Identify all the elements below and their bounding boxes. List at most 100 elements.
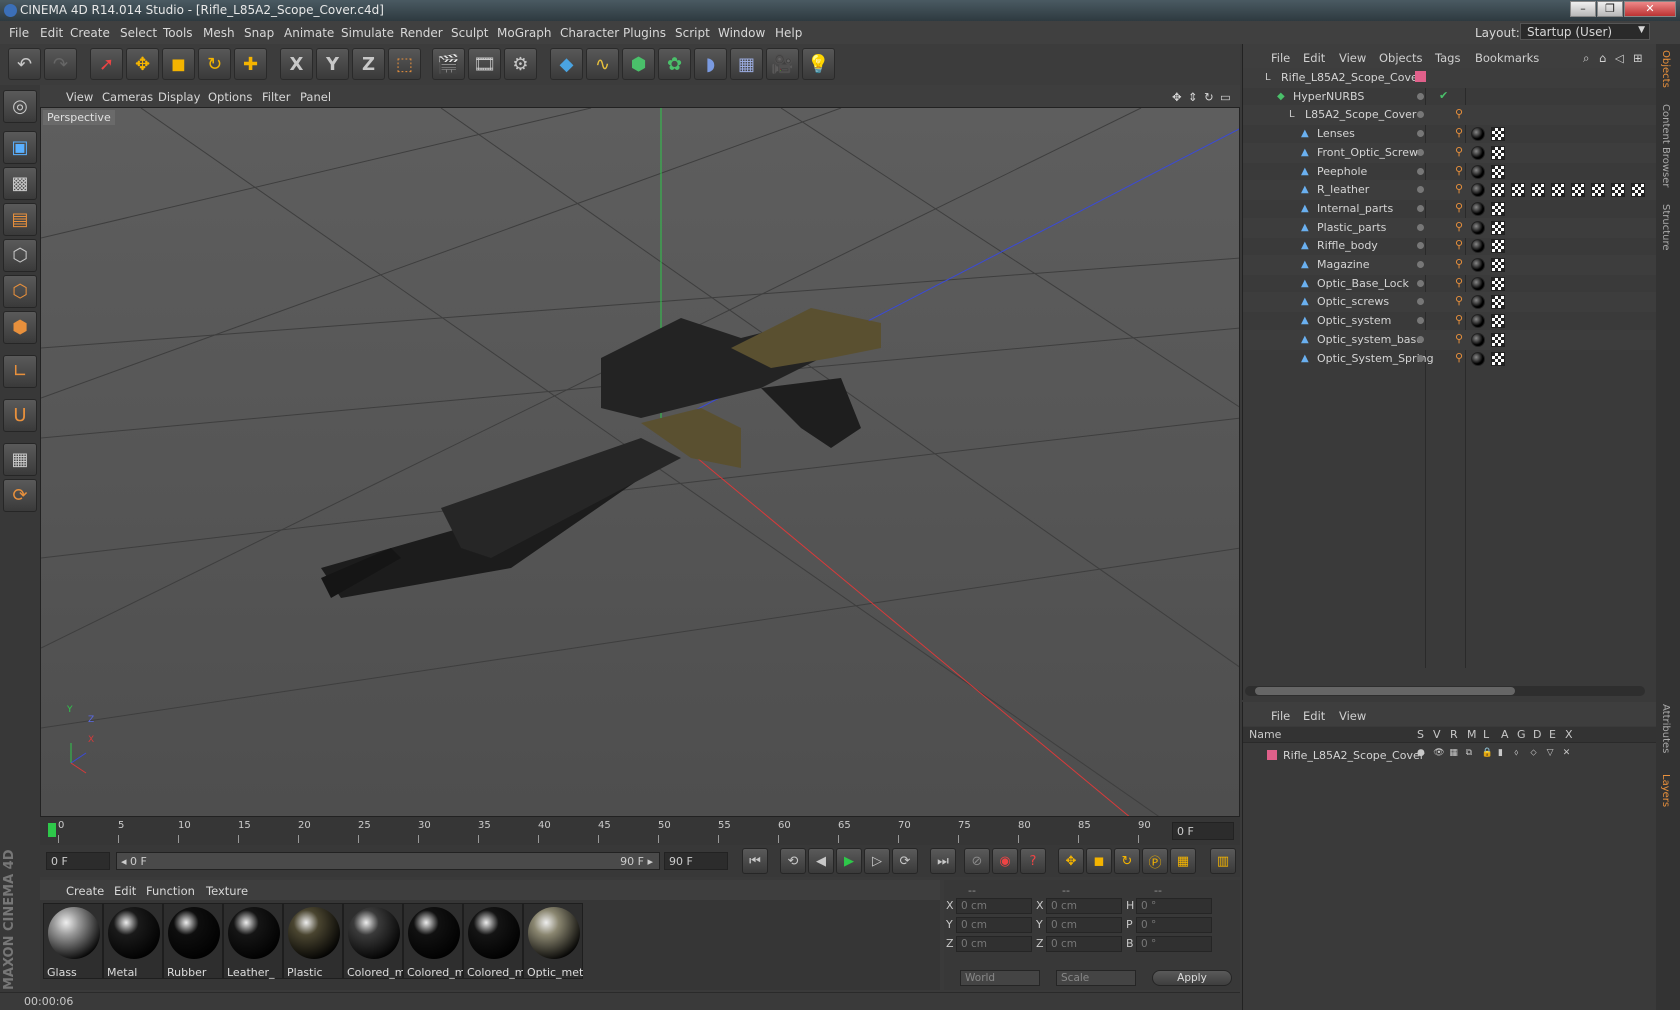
visible-icon[interactable]: 👁 [1433,748,1444,758]
render-icon[interactable]: ▦ [1449,748,1458,758]
layer-color-swatch[interactable] [1267,750,1277,760]
render-picture-viewer-icon[interactable]: 🎞 [468,48,501,80]
texture-tag-icon[interactable] [1491,201,1505,216]
object-menu-edit[interactable]: Edit [1303,51,1325,65]
phong-tag-icon[interactable]: ⚲ [1455,332,1463,345]
coord-system-select[interactable]: World [960,970,1040,986]
phong-tag-icon[interactable]: ⚲ [1455,182,1463,195]
texture-tag-icon[interactable] [1551,183,1565,198]
menu-mesh[interactable]: Mesh [203,26,235,40]
layer-column-e[interactable]: E [1549,728,1556,741]
texture-tag-icon[interactable] [1571,183,1585,198]
visibility-dot[interactable] [1417,111,1424,119]
texture-tag-icon[interactable] [1491,239,1505,254]
menu-plugins[interactable]: Plugins [623,26,666,40]
axis-mode-icon[interactable]: ∟ [3,355,37,388]
phong-tag-icon[interactable]: ⚲ [1455,145,1463,158]
array-icon[interactable]: ✿ [658,48,691,80]
menu-animate[interactable]: Animate [284,26,334,40]
object-row[interactable]: ▲ Plastic_parts ⚲ [1243,217,1657,238]
phong-tag-icon[interactable]: ⚲ [1455,351,1463,364]
key-rotation-icon[interactable]: ↻ [1114,848,1140,874]
phong-tag-icon[interactable]: ⚲ [1455,257,1463,270]
viewport-maximize-icon[interactable]: ▭ [1220,90,1231,104]
horizontal-scrollbar[interactable] [1245,686,1645,696]
object-row[interactable]: ▲ Optic_Base_Lock ⚲ [1243,274,1657,294]
material-swatch[interactable]: Plastic [283,903,343,979]
texture-tag-icon[interactable] [1611,183,1625,198]
minimize-button[interactable]: – [1570,1,1596,17]
frame-range-slider[interactable]: ◂ 0 F 90 F ▸ [116,852,660,870]
layer-column-v[interactable]: V [1433,728,1441,741]
texture-tag-icon[interactable] [1491,127,1505,142]
object-row[interactable]: ◆ HyperNURBS ✔ [1243,87,1657,107]
material-tag-icon[interactable] [1471,332,1485,347]
end-frame-field[interactable]: 90 F [664,852,728,870]
tab-structure[interactable]: Structure [1660,204,1671,251]
coord-value-field[interactable]: 0 cm [956,936,1032,952]
viewport-menu-options[interactable]: Options [208,90,252,104]
maximize-button[interactable]: ❐ [1597,1,1623,17]
object-row[interactable]: ▲ Optic_screws ⚲ [1243,292,1657,313]
texture-mode-icon[interactable]: ▩ [3,167,37,200]
new-window-icon[interactable]: ⊞ [1633,51,1643,65]
menu-file[interactable]: File [9,26,29,40]
make-editable-icon[interactable]: ◎ [3,90,37,123]
menu-script[interactable]: Script [675,26,710,40]
viewport-menu-filter[interactable]: Filter [262,90,290,104]
viewport-zoom-icon[interactable]: ⇕ [1188,90,1198,104]
layer-menu-edit[interactable]: Edit [1303,709,1325,723]
texture-tag-icon[interactable] [1531,183,1545,198]
deformers-icon[interactable]: ⬦ [1530,748,1536,758]
layer-menu-view[interactable]: View [1339,709,1366,723]
coord-mode-select[interactable]: Scale [1056,970,1136,986]
phong-tag-icon[interactable]: ⚲ [1455,220,1463,233]
coord-value-field[interactable]: 0 cm [1046,936,1122,952]
menu-select[interactable]: Select [120,26,157,40]
edges-mode-icon[interactable]: ⬡ [3,275,37,308]
floor-icon[interactable]: ▦ [730,48,763,80]
prev-frame-icon[interactable]: ◀ [808,848,834,874]
apply-button[interactable]: Apply [1152,970,1232,986]
material-tag-icon[interactable] [1471,220,1485,235]
animation-icon[interactable]: ▮ [1498,748,1503,758]
nurbs-icon[interactable]: ⬢ [622,48,655,80]
next-key-icon[interactable]: ⟳ [892,848,918,874]
coordinate-system-icon[interactable]: ⬚ [388,48,421,80]
tab-objects[interactable]: Objects [1660,50,1671,88]
key-pla-icon[interactable]: ▦ [1170,848,1196,874]
texture-tag-icon[interactable] [1491,164,1505,179]
material-tag-icon[interactable] [1471,295,1485,310]
layer-menu-file[interactable]: File [1271,709,1290,723]
material-menu-function[interactable]: Function [146,884,195,898]
menu-help[interactable]: Help [775,26,802,40]
material-swatch[interactable]: Colored_m [463,903,523,979]
spline-icon[interactable]: ∿ [586,48,619,80]
move-icon[interactable]: ✥ [126,48,159,80]
viewport-rotate-icon[interactable]: ↻ [1204,90,1214,104]
object-row[interactable]: L Rifle_L85A2_Scope_Cover [1243,68,1657,88]
rifle-model[interactable] [321,308,881,598]
material-tag-icon[interactable] [1471,314,1485,329]
texture-tag-icon[interactable] [1491,295,1505,310]
keyframe-help-icon[interactable]: ? [1020,848,1046,874]
menu-create[interactable]: Create [70,26,110,40]
menu-edit[interactable]: Edit [40,26,63,40]
phong-tag-icon[interactable]: ⚲ [1455,276,1463,289]
material-menu-create[interactable]: Create [66,884,104,898]
playhead[interactable] [48,823,56,837]
menu-tools[interactable]: Tools [163,26,193,40]
layer-column-a[interactable]: A [1501,728,1509,741]
object-row[interactable]: ▲ Peephole ⚲ [1243,162,1657,182]
phong-tag-icon[interactable]: ⚲ [1455,201,1463,214]
phong-tag-icon[interactable]: ⚲ [1455,313,1463,326]
x-axis-icon[interactable]: X [280,48,313,80]
light-icon[interactable]: 💡 [802,48,835,80]
phong-tag-icon[interactable]: ⚲ [1455,294,1463,307]
layer-column-r[interactable]: R [1450,728,1458,741]
expressions-icon[interactable]: ▽ [1547,748,1554,758]
viewport-menu-display[interactable]: Display [158,90,200,104]
menu-sculpt[interactable]: Sculpt [451,26,488,40]
coord-value-field[interactable]: 0 cm [956,917,1032,933]
polygons-mode-icon[interactable]: ⬢ [3,311,37,344]
